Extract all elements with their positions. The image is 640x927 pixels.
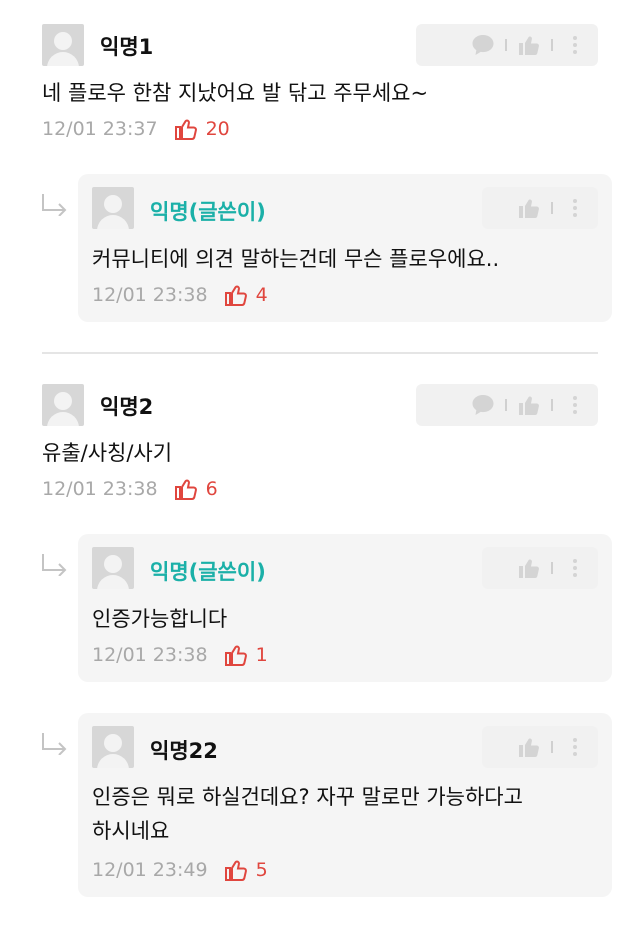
thumbs-up-icon [224, 285, 247, 306]
reply-arrow-icon [42, 733, 67, 755]
more-button[interactable] [560, 732, 590, 762]
reply-text-line: 인증은 뭐로 하실건데요? 자꾸 말로만 가능하다고 [92, 785, 523, 809]
kebab-more-icon [573, 396, 577, 414]
reply-actions [482, 547, 598, 589]
like-button[interactable] [514, 732, 544, 762]
reply-actions [482, 187, 598, 229]
like-button[interactable] [514, 193, 544, 223]
like-count-button[interactable] [224, 643, 248, 667]
more-button[interactable] [560, 553, 590, 583]
like-count: 1 [255, 644, 268, 666]
reply-arrow-icon [42, 194, 67, 216]
thumbs-up-icon [519, 396, 539, 415]
reply: 익명22 인증은 뭐로 하실건데요? 자꾸 말로만 가능하다고 하시네요 12/… [78, 713, 612, 897]
reply-time: 12/01 23:38 [92, 284, 208, 306]
speech-bubble-icon [472, 395, 494, 415]
like-button[interactable] [514, 553, 544, 583]
reply-time: 12/01 23:49 [92, 859, 208, 881]
avatar [42, 24, 84, 66]
comment-meta: 12/01 23:37 20 [42, 117, 230, 141]
more-button[interactable] [560, 390, 590, 420]
comment-time: 12/01 23:38 [42, 478, 158, 500]
reply-meta: 12/01 23:49 5 [92, 858, 268, 882]
comment-author: 익명2 [100, 395, 154, 419]
like-count: 6 [205, 478, 218, 500]
like-button[interactable] [514, 30, 544, 60]
more-button[interactable] [560, 30, 590, 60]
like-count: 5 [255, 859, 268, 881]
thumbs-up-icon [519, 559, 539, 578]
reply-author: 익명(글쓴이) [150, 200, 266, 224]
avatar [92, 547, 134, 589]
reply-button[interactable] [468, 30, 498, 60]
avatar [42, 384, 84, 426]
reply-author: 익명(글쓴이) [150, 560, 266, 584]
like-count-button[interactable] [174, 477, 198, 501]
comment-meta: 12/01 23:38 6 [42, 477, 218, 501]
comment-divider [42, 352, 598, 354]
kebab-more-icon [573, 738, 577, 756]
thumbs-up-icon [519, 738, 539, 757]
like-count-button[interactable] [174, 117, 198, 141]
thumbs-up-icon [174, 119, 197, 140]
comment-actions [416, 384, 598, 426]
reply: 익명(글쓴이) 인증가능합니다 12/01 23:38 1 [78, 534, 612, 682]
avatar [92, 187, 134, 229]
kebab-more-icon [573, 559, 577, 577]
like-count: 20 [205, 118, 230, 140]
thumbs-up-icon [519, 36, 539, 55]
kebab-more-icon [573, 199, 577, 217]
reply-meta: 12/01 23:38 4 [92, 283, 268, 307]
reply-text: 커뮤니티에 의견 말하는건데 무슨 플로우에요.. [92, 247, 500, 271]
like-count: 4 [255, 284, 268, 306]
reply-text: 인증가능합니다 [92, 607, 228, 631]
thumbs-up-icon [224, 860, 247, 881]
reply-arrow-icon [42, 554, 67, 576]
comment-text: 유출/사칭/사기 [42, 441, 173, 465]
comment-actions [416, 24, 598, 66]
reply-button[interactable] [468, 390, 498, 420]
thumbs-up-icon [519, 199, 539, 218]
comment-time: 12/01 23:37 [42, 118, 158, 140]
reply-time: 12/01 23:38 [92, 644, 208, 666]
more-button[interactable] [560, 193, 590, 223]
like-count-button[interactable] [224, 858, 248, 882]
reply-text-line: 하시네요 [92, 819, 170, 843]
comment-text: 네 플로우 한참 지났어요 발 닦고 주무세요~ [42, 81, 429, 105]
kebab-more-icon [573, 36, 577, 54]
speech-bubble-icon [472, 35, 494, 55]
reply-meta: 12/01 23:38 1 [92, 643, 268, 667]
thumbs-up-icon [174, 479, 197, 500]
like-button[interactable] [514, 390, 544, 420]
reply: 익명(글쓴이) 커뮤니티에 의견 말하는건데 무슨 플로우에요.. 12/01 … [78, 174, 612, 322]
reply-actions [482, 726, 598, 768]
like-count-button[interactable] [224, 283, 248, 307]
reply-author: 익명22 [150, 739, 218, 763]
avatar [92, 726, 134, 768]
thumbs-up-icon [224, 645, 247, 666]
comment-author: 익명1 [100, 35, 154, 59]
